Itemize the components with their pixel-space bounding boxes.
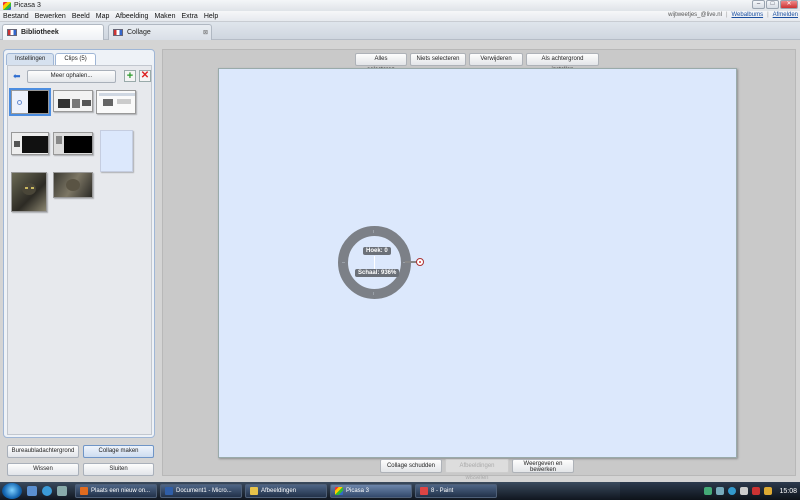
sluiten-button[interactable]: Sluiten [83, 463, 154, 476]
tab-label: Collage [127, 29, 151, 36]
menu-help[interactable]: Help [204, 13, 218, 20]
user-email: wijtweetjes_@live.nl [668, 12, 722, 18]
menu-bewerken[interactable]: Bewerken [35, 13, 66, 20]
collage-maken-button[interactable]: Collage maken [83, 445, 154, 458]
niets-selecteren-button[interactable]: Niets selecteren [410, 53, 466, 66]
afbeeldingen-wisselen-button: Afbeeldingen wisselen [445, 459, 509, 481]
windows-taskbar: Plaats een nieuw on... Document1 - Micro… [0, 482, 800, 500]
tab-label: Bibliotheek [21, 29, 59, 36]
firefox-icon [80, 487, 88, 495]
switch-windows-icon[interactable] [57, 486, 67, 496]
tab-instellingen[interactable]: Instellingen [6, 53, 55, 65]
word-icon [165, 487, 173, 495]
collage-canvas[interactable] [218, 68, 737, 458]
window-controls: – □ ✕ [752, 0, 798, 9]
collage-bottom-toolbar: Collage schudden Afbeeldingen wisselen W… [380, 459, 574, 481]
account-links: wijtweetjes_@live.nl | Webalbums | Afmel… [668, 12, 798, 18]
menu-extra[interactable]: Extra [181, 13, 197, 20]
bureaubladachtergrond-button[interactable]: Bureaubladachtergrond [7, 445, 79, 458]
handle-dot [419, 261, 421, 263]
webalbums-link[interactable]: Webalbums [732, 12, 764, 18]
cat-photo-thumbnail[interactable] [53, 172, 93, 198]
close-tab-icon[interactable]: ⊠ [203, 29, 208, 36]
menu-beeld[interactable]: Beeld [72, 13, 90, 20]
ring-center-line [374, 256, 375, 269]
menu-afbeelding[interactable]: Afbeelding [115, 13, 148, 20]
task-label: Document1 - Micro... [176, 488, 232, 494]
picasa-app-icon [3, 1, 11, 10]
close-window-button[interactable]: ✕ [780, 0, 798, 9]
minimize-button[interactable]: – [752, 0, 765, 9]
media-play-icon[interactable] [728, 487, 737, 495]
taskbar-item[interactable]: Picasa 3 [330, 484, 412, 498]
network-icon[interactable] [716, 487, 725, 495]
maximize-button[interactable]: □ [766, 0, 779, 9]
clip-thumbnail[interactable] [11, 132, 49, 155]
window-title: Picasa 3 [14, 2, 41, 9]
taskbar-item[interactable]: Afbeeldingen [245, 484, 327, 498]
task-label: 8 - Paint [431, 488, 454, 494]
separator: | [767, 12, 769, 18]
scale-label: Schaal: 936% [355, 269, 400, 277]
collage-schudden-button[interactable]: Collage schudden [380, 459, 442, 473]
menu-bestand[interactable]: Bestand [3, 13, 29, 20]
menu-maken[interactable]: Maken [154, 13, 175, 20]
meer-ophalen-button[interactable]: Meer ophalen... [27, 70, 116, 83]
paint-icon [420, 487, 428, 495]
clip-thumbnail[interactable] [53, 132, 93, 155]
task-label: Afbeeldingen [261, 488, 297, 494]
picasa-icon [335, 487, 343, 495]
folder-icon [250, 487, 258, 495]
weergeven-bewerken-button[interactable]: Weergeven en bewerken [512, 459, 574, 473]
task-label: Plaats een nieuw on... [91, 488, 151, 494]
achtergrond-instellen-button[interactable]: Als achtergrond instellen [526, 53, 599, 73]
security-icon[interactable] [752, 487, 761, 495]
taskbar-item[interactable]: Plaats een nieuw on... [75, 484, 157, 498]
selection-toolbar: Alles selecteren Niets selecteren Verwij… [355, 53, 599, 73]
tab-clips[interactable]: Clips (5) [55, 53, 96, 65]
clock: 15:08 [779, 487, 797, 495]
task-label: Picasa 3 [346, 488, 370, 494]
tab-collage[interactable]: Collage ⊠ [108, 24, 212, 40]
taskbar-item[interactable]: 8 - Paint [415, 484, 497, 498]
left-panel: Instellingen Clips (5) ⬅ Meer ophalen...… [3, 49, 155, 476]
tab-bibliotheek[interactable]: Bibliotheek [2, 24, 104, 40]
rotate-handle-icon[interactable] [405, 257, 426, 267]
alles-selecteren-button[interactable]: Alles selecteren [355, 53, 407, 73]
clips-area: ⬅ Meer ophalen... + ✕ [7, 65, 152, 435]
panel-tabs: Instellingen Clips (5) [6, 53, 96, 65]
cat-photo-thumbnail[interactable] [11, 172, 47, 212]
button-line: bewerken [529, 467, 556, 473]
verwijderen-button[interactable]: Verwijderen [469, 53, 523, 66]
add-icon[interactable]: + [124, 70, 136, 82]
title-bar: Picasa 3 – □ ✕ [0, 0, 800, 11]
menu-map[interactable]: Map [96, 13, 110, 20]
system-tray: 15:08 [620, 482, 800, 500]
library-icon [7, 29, 17, 36]
wissen-button[interactable]: Wissen [7, 463, 79, 476]
taskbar-item[interactable]: Document1 - Micro... [160, 484, 242, 498]
start-button[interactable] [2, 483, 22, 499]
clip-thumbnail[interactable] [53, 90, 93, 112]
clip-thumbnail[interactable] [9, 88, 51, 116]
tab-bar: Bibliotheek Collage ⊠ [0, 22, 800, 40]
separator: | [725, 12, 728, 18]
clips-toolbar: ⬅ Meer ophalen... + ✕ [10, 69, 151, 84]
clip-thumbnail[interactable] [100, 130, 133, 172]
ring-tick [373, 230, 374, 233]
desktop-icon[interactable] [27, 486, 37, 496]
volume-icon[interactable] [740, 487, 749, 495]
collage-icon [113, 29, 123, 36]
angle-label: Hoek: 0 [363, 247, 391, 255]
clip-thumbnail[interactable] [96, 90, 136, 114]
menu-bar: Bestand Bewerken Beeld Map Afbeelding Ma… [0, 11, 800, 22]
language-icon[interactable] [704, 487, 713, 495]
remove-icon[interactable]: ✕ [139, 70, 151, 82]
ring-tick [373, 292, 374, 295]
ie-icon[interactable] [42, 486, 52, 496]
ring-tick [342, 262, 345, 263]
back-arrow-icon[interactable]: ⬅ [13, 72, 23, 81]
update-icon[interactable] [764, 487, 773, 495]
afmelden-link[interactable]: Afmelden [773, 12, 798, 18]
